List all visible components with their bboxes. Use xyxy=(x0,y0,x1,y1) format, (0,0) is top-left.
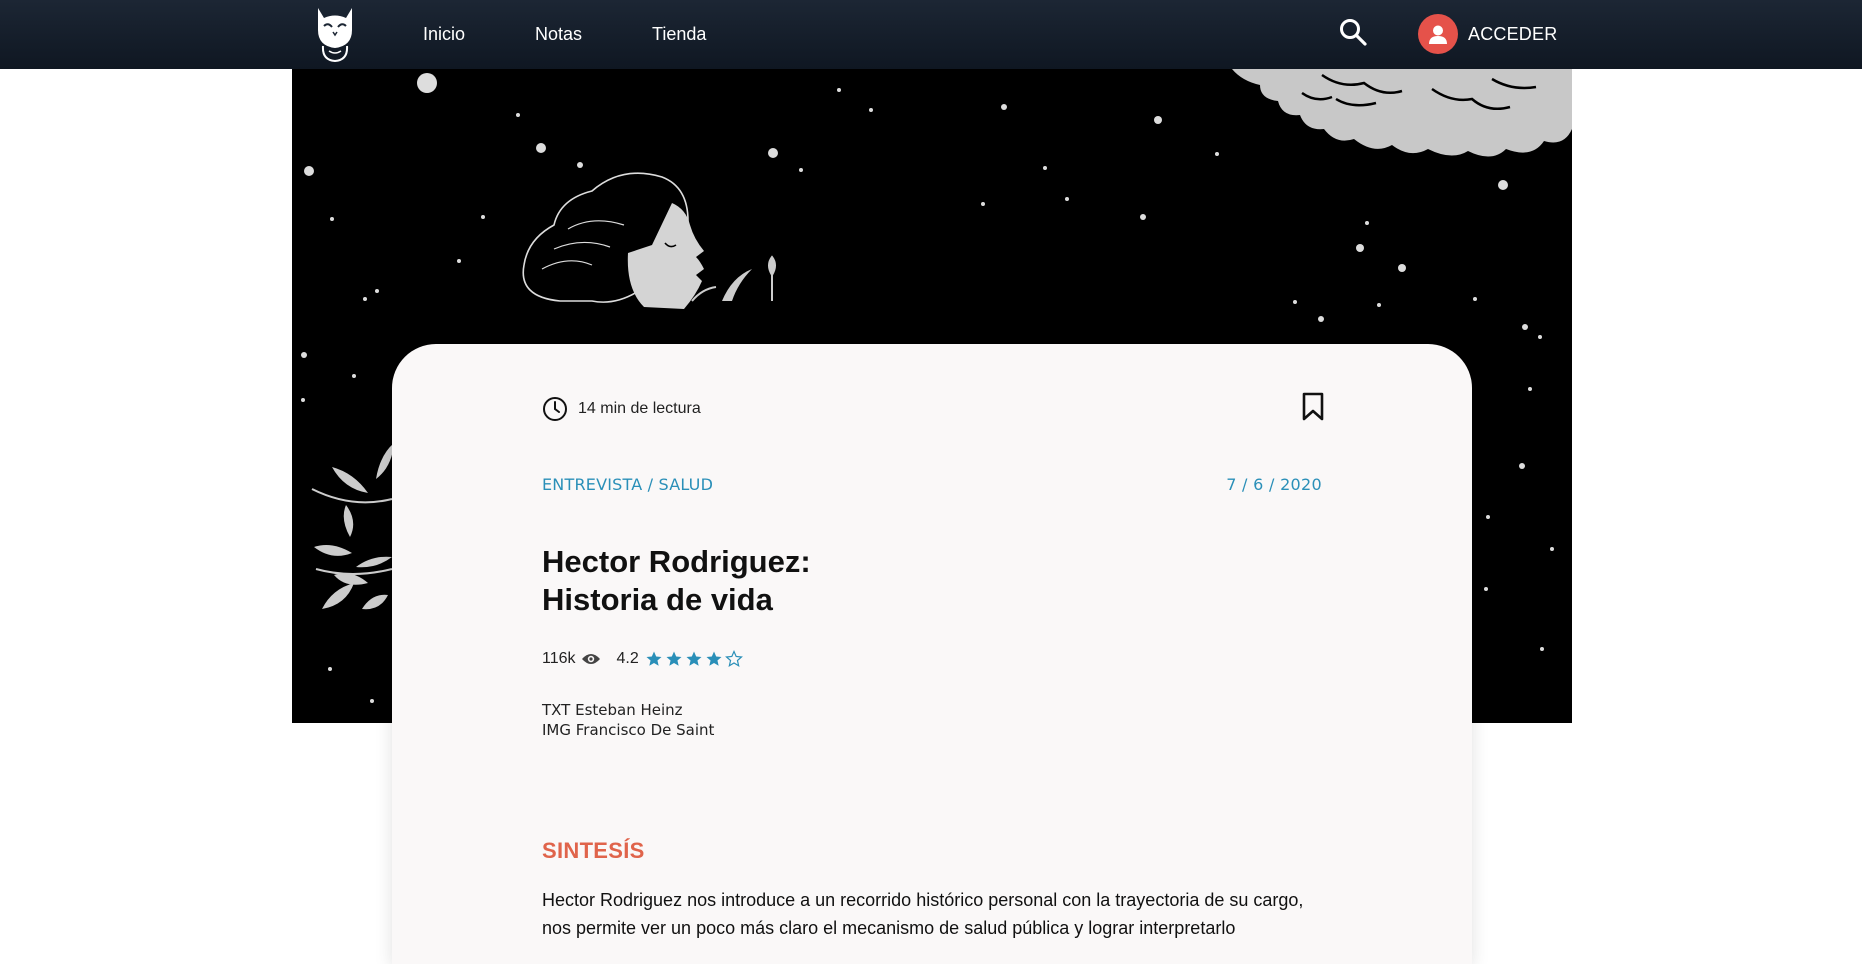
article-credits: TXT Esteban Heinz IMG Francisco De Saint xyxy=(542,700,714,740)
credit-image-author: IMG Francisco De Saint xyxy=(542,721,715,739)
star-icon[interactable] xyxy=(685,650,703,668)
user-icon xyxy=(1418,14,1458,54)
credit-text-author: TXT Esteban Heinz xyxy=(542,701,683,719)
article-title-line-2: Historia de vida xyxy=(542,582,773,617)
view-count-value: 116k xyxy=(542,650,576,667)
nav-link-inicio[interactable]: Inicio xyxy=(423,24,465,45)
star-icon[interactable] xyxy=(724,650,743,668)
view-count: 116k xyxy=(542,650,601,668)
summary-heading: SINTESÍS xyxy=(542,838,645,864)
login-label: ACCEDER xyxy=(1468,23,1558,44)
article-title-line-1: Hector Rodriguez: xyxy=(542,544,811,579)
clock-icon xyxy=(543,397,567,421)
article-date: 7 / 6 / 2020 xyxy=(1226,475,1322,494)
top-nav: Inicio Notas Tienda ACCEDER xyxy=(0,0,1862,69)
nav-link-notas[interactable]: Notas xyxy=(535,24,582,45)
rating-stars[interactable] xyxy=(645,650,745,668)
star-icon[interactable] xyxy=(705,650,723,668)
star-icon[interactable] xyxy=(645,650,663,668)
summary-paragraph: Hector Rodriguez nos introduce a un reco… xyxy=(542,890,1304,938)
star-icon[interactable] xyxy=(665,650,683,668)
article-stats: 116k 4.2 xyxy=(542,650,745,668)
login-button[interactable]: ACCEDER xyxy=(1418,14,1557,54)
article-card: 14 min de lectura ENTREVISTA / SALUD 7 /… xyxy=(392,344,1472,964)
article-title: Hector Rodriguez: Historia de vida xyxy=(542,543,811,619)
read-time-label: 14 min de lectura xyxy=(578,400,701,417)
nav-link-tienda[interactable]: Tienda xyxy=(652,24,706,45)
eye-icon xyxy=(581,654,600,664)
owl-logo-icon[interactable] xyxy=(314,6,356,62)
read-time: 14 min de lectura xyxy=(542,396,701,422)
bookmark-icon[interactable] xyxy=(1300,392,1326,422)
rating-value: 4.2 xyxy=(616,650,639,667)
article-category[interactable]: ENTREVISTA / SALUD xyxy=(542,475,713,494)
search-icon[interactable] xyxy=(1338,17,1368,47)
